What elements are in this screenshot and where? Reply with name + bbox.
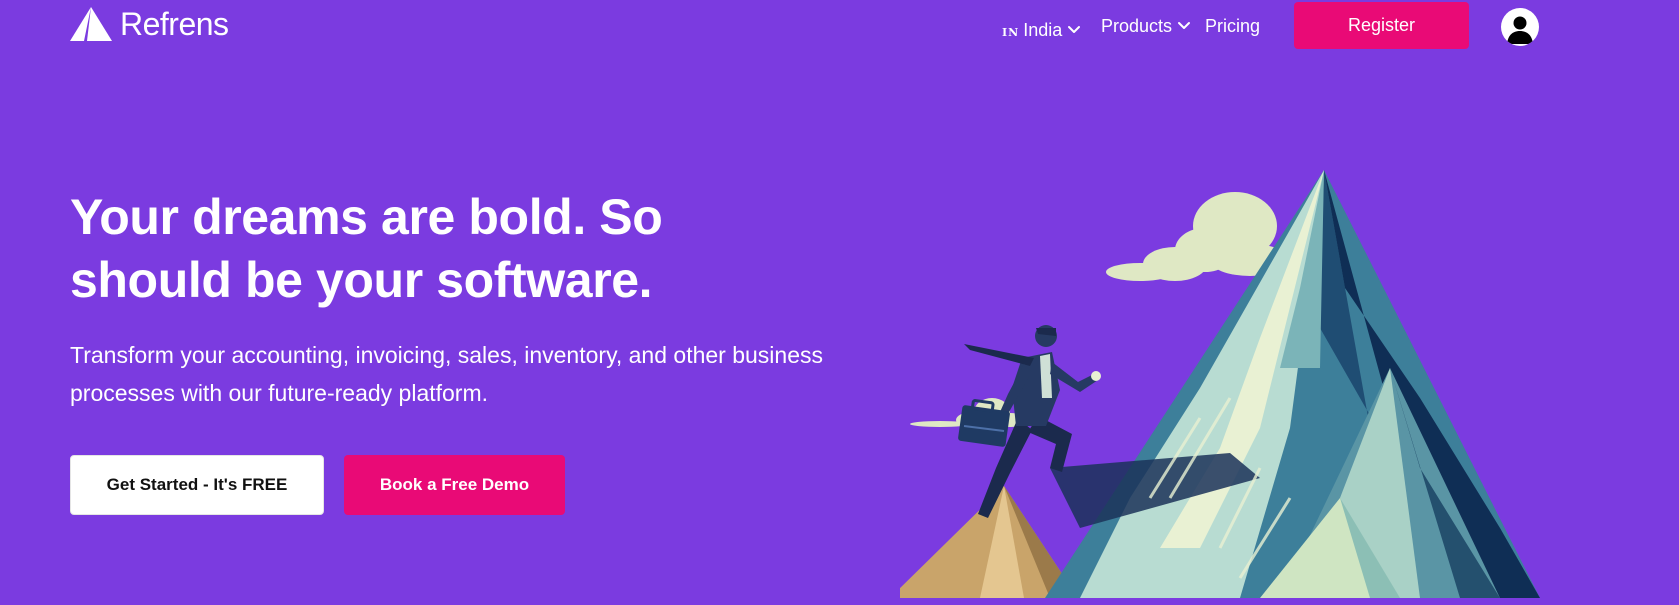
- country-selector[interactable]: IN India: [1002, 16, 1081, 44]
- site-header: Refrens IN India Products Pricing Regist…: [0, 0, 1679, 52]
- register-button[interactable]: Register: [1294, 2, 1469, 49]
- nav-products[interactable]: Products: [1101, 12, 1191, 40]
- get-started-button[interactable]: Get Started - It's FREE: [70, 455, 324, 515]
- nav-products-label: Products: [1101, 15, 1173, 36]
- country-code: IN: [1002, 25, 1020, 39]
- chevron-down-icon: [1068, 26, 1081, 33]
- mountain-climber-illustration: [900, 168, 1550, 598]
- book-demo-button[interactable]: Book a Free Demo: [344, 455, 565, 515]
- brand-name: Refrens: [120, 6, 229, 42]
- nav-pricing[interactable]: Pricing: [1205, 12, 1260, 40]
- country-label: India: [1023, 19, 1063, 40]
- nav-pricing-label: Pricing: [1205, 15, 1261, 36]
- mountain-illustration-image: [900, 170, 1540, 598]
- brand-logo[interactable]: Refrens: [70, 6, 229, 42]
- hero-subtitle: Transform your accounting, invoicing, sa…: [70, 342, 823, 406]
- chevron-down-icon: [1178, 22, 1191, 29]
- user-silhouette-icon: [1507, 16, 1533, 44]
- user-avatar-icon[interactable]: [1501, 8, 1539, 46]
- hero-title: Your dreams are bold. So should be your …: [70, 189, 663, 308]
- triangle-logo-icon: [70, 7, 112, 41]
